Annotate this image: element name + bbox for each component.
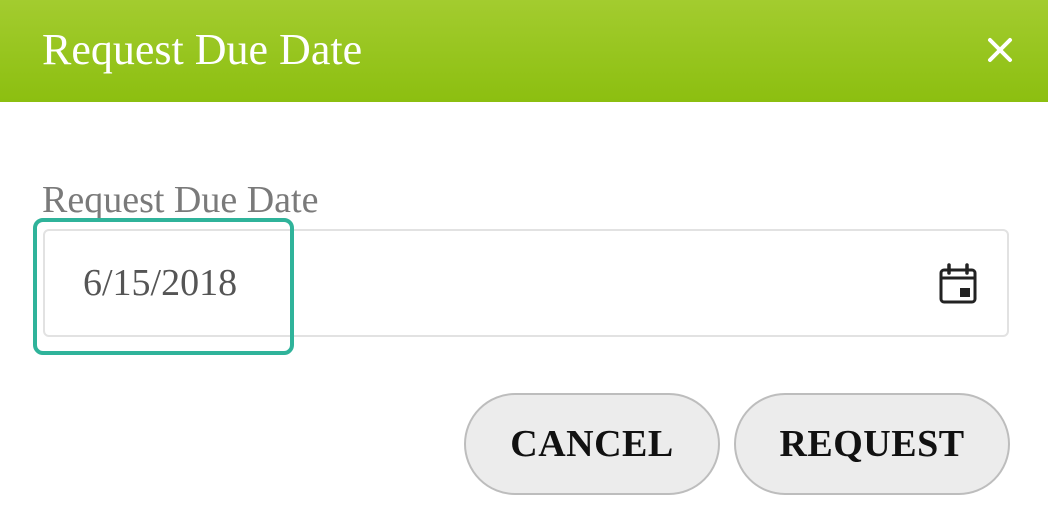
calendar-button[interactable] xyxy=(937,263,979,305)
dialog-title: Request Due Date xyxy=(42,25,363,74)
cancel-button[interactable]: CANCEL xyxy=(464,393,720,495)
calendar-icon xyxy=(939,263,977,304)
close-button[interactable] xyxy=(980,30,1020,70)
close-icon xyxy=(988,38,1012,62)
due-date-label: Request Due Date xyxy=(42,179,319,221)
dialog-header: Request Due Date xyxy=(0,0,1048,102)
request-due-date-dialog: Request Due Date Request Due Date 6/15/2… xyxy=(0,0,1048,515)
request-button[interactable]: REQUEST xyxy=(734,393,1010,495)
due-date-value[interactable]: 6/15/2018 xyxy=(83,261,237,305)
due-date-input[interactable]: 6/15/2018 xyxy=(43,229,1009,337)
